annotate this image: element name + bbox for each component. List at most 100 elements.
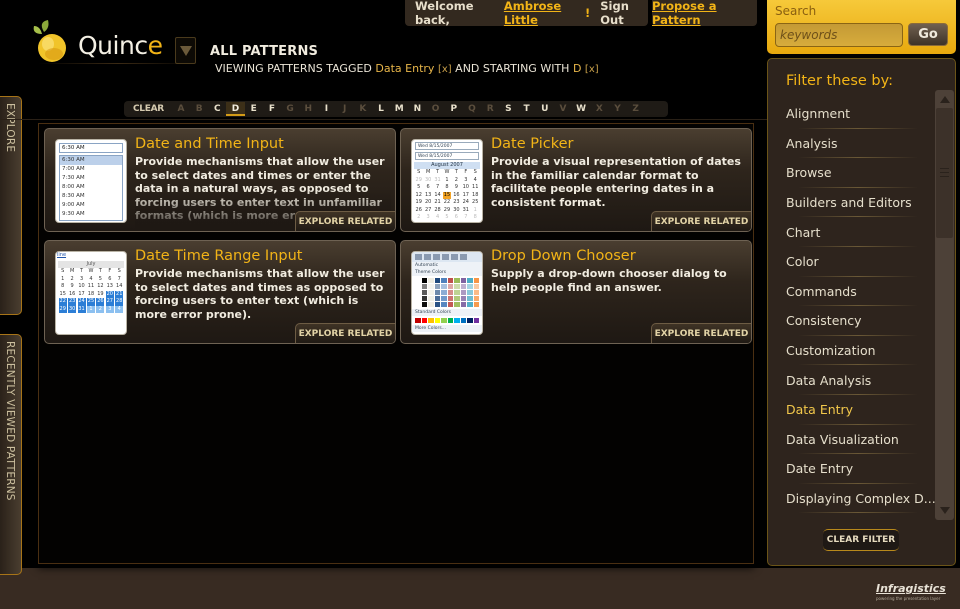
letter-e[interactable]: E	[245, 104, 263, 114]
letter-f[interactable]: F	[263, 104, 281, 114]
thumb-swatch	[473, 278, 479, 283]
letter-a: A	[177, 104, 185, 114]
infragistics-logo[interactable]: Infragistics	[876, 582, 946, 595]
pattern-title[interactable]: Date Picker	[491, 136, 573, 152]
filter-item[interactable]: Data Visualization	[786, 425, 936, 455]
grip-icon	[940, 168, 949, 180]
pattern-title[interactable]: Date Time Range Input	[135, 248, 302, 264]
explore-related-button[interactable]: EXPLORE RELATED	[295, 323, 395, 343]
pattern-card[interactable]: Automatic Theme Colors Standard Colors M…	[400, 240, 752, 344]
welcome-box: Welcome back, Ambrose Little ! Sign Out	[405, 0, 648, 27]
thumb-swatch	[441, 290, 447, 295]
remove-tag-button[interactable]: [x]	[438, 64, 452, 75]
letter-b: B	[195, 104, 203, 114]
thumb-swatch	[428, 284, 434, 289]
remove-letter-button[interactable]: [x]	[585, 64, 599, 75]
thumb-calendar-row: 15 16 17 18 19 20 21	[59, 290, 124, 298]
thumb-swatch	[434, 318, 440, 323]
filter-panel: Filter these by: Alignment Analysis Browse…	[767, 58, 956, 566]
clear-filter-button[interactable]: CLEAR FILTER	[823, 529, 899, 551]
thumb-swatch	[447, 318, 453, 323]
go-button[interactable]: Go	[908, 23, 948, 46]
letter-r: R	[486, 104, 494, 114]
pattern-card[interactable]: 6:30 AM 6:30 AM 7:00 AM 7:30 AM 8:00 AM 8:30…	[44, 128, 396, 232]
user-name-link[interactable]: Ambrose Little	[504, 0, 585, 27]
pattern-card[interactable]: Wed 8/15/2007 Wed 8/15/2007 August 2007 …	[400, 128, 752, 232]
thumb-swatch	[428, 296, 434, 301]
filter-item[interactable]: Browse	[786, 158, 936, 188]
thumb-time-option: 9:30 AM	[62, 211, 85, 217]
letter-z: Z	[632, 104, 639, 114]
thumb-swatch	[467, 302, 473, 307]
letter-l[interactable]: L	[372, 104, 390, 114]
thumb-calendar-row: 8 9 10 11 12 13 14	[61, 283, 123, 289]
letter-u[interactable]: U	[536, 104, 554, 114]
filter-item[interactable]: Chart	[786, 217, 936, 247]
thumb-swatch	[441, 296, 447, 301]
active-letter: D	[572, 62, 582, 75]
explore-related-button[interactable]: EXPLORE RELATED	[295, 211, 395, 231]
pattern-thumbnail: Automatic Theme Colors Standard Colors M…	[411, 251, 483, 335]
thumb-calendar-row: 22 23 24 25 26 27 28	[58, 298, 124, 306]
scroll-up-icon[interactable]	[940, 96, 950, 103]
active-tag: Data Entry	[375, 62, 435, 75]
sign-out-link[interactable]: Sign Out	[600, 0, 648, 27]
thumb-time-option: 8:30 AM	[62, 193, 85, 199]
letter-i[interactable]: I	[317, 104, 335, 114]
thumb-swatch	[467, 278, 473, 283]
search-input[interactable]	[775, 23, 903, 47]
pattern-thumbnail: line July S M T W T F S 1 2 3 4 5 6 7 8 9 10 11 12 13 14 15 16…	[55, 251, 127, 335]
letter-p[interactable]: P	[445, 104, 463, 114]
filter-item[interactable]: Commands	[786, 277, 936, 307]
filter-item[interactable]: Analysis	[786, 129, 936, 159]
filter-item[interactable]: Alignment	[786, 99, 936, 129]
letter-n[interactable]: N	[408, 104, 426, 114]
thumb-swatch	[447, 284, 453, 289]
thumb-calendar-row: 19 20 21 22 23 24 25	[415, 199, 479, 205]
app-menu-dropdown[interactable]	[175, 37, 196, 64]
filter-item[interactable]: Consistency	[786, 306, 936, 336]
thumb-swatch	[434, 302, 440, 307]
thumb-swatch	[434, 284, 440, 289]
thumb-calendar-row: 1234567	[61, 275, 121, 282]
app-name: Quince	[78, 31, 163, 60]
thumb-swatch	[434, 278, 440, 283]
letter-c[interactable]: C	[208, 104, 226, 114]
explore-related-button[interactable]: EXPLORE RELATED	[651, 211, 751, 231]
filter-item[interactable]: Color	[786, 247, 936, 277]
scroll-thumb[interactable]	[936, 108, 953, 238]
starting-with-label: AND STARTING WITH	[455, 62, 570, 75]
letter-d[interactable]: D	[226, 102, 245, 116]
letter-m[interactable]: M	[390, 104, 408, 114]
pattern-card[interactable]: line July S M T W T F S 1 2 3 4 5 6 7 8 9 10 11 12 13 14 15 16…	[44, 240, 396, 344]
scroll-down-icon[interactable]	[940, 507, 950, 514]
search-panel: Search Go	[767, 0, 956, 54]
thumb-date-field: Wed 8/15/2007	[415, 142, 479, 150]
thumb-swatch	[421, 290, 427, 295]
filter-item[interactable]: Displaying Complex D...	[786, 484, 936, 514]
filter-item[interactable]: Data Entry	[786, 395, 936, 425]
explore-tab[interactable]: EXPLORE	[0, 96, 22, 315]
propose-pattern-link[interactable]: Propose a Pattern	[652, 0, 757, 27]
filter-item[interactable]: Date Entry	[786, 454, 936, 484]
thumb-swatch	[415, 296, 421, 301]
clear-letter-button[interactable]: CLEAR	[133, 104, 164, 114]
thumb-swatch	[454, 296, 460, 301]
filter-item[interactable]: Customization	[786, 336, 936, 366]
quince-logo[interactable]: Quince	[30, 16, 198, 64]
thumb-swatch	[460, 290, 466, 295]
pattern-title[interactable]: Date and Time Input	[135, 136, 284, 152]
explore-related-button[interactable]: EXPLORE RELATED	[651, 323, 751, 343]
thumb-standard-label: Standard Colors	[412, 309, 482, 316]
thumb-calendar-row: 29 30 31 1 2 3 4	[415, 176, 477, 183]
filter-item[interactable]: Data Analysis	[786, 365, 936, 395]
explore-tab-label: EXPLORE	[4, 103, 16, 153]
filter-item[interactable]: Builders and Editors	[786, 188, 936, 218]
recently-viewed-tab[interactable]: RECENTLY VIEWED PATTERNS	[0, 334, 22, 575]
letter-w[interactable]: W	[572, 104, 590, 114]
letter-t[interactable]: T	[517, 104, 535, 114]
thumb-tab: line	[57, 252, 67, 258]
letter-s[interactable]: S	[499, 104, 517, 114]
filter-scrollbar[interactable]	[935, 90, 954, 520]
pattern-title[interactable]: Drop Down Chooser	[491, 248, 636, 264]
